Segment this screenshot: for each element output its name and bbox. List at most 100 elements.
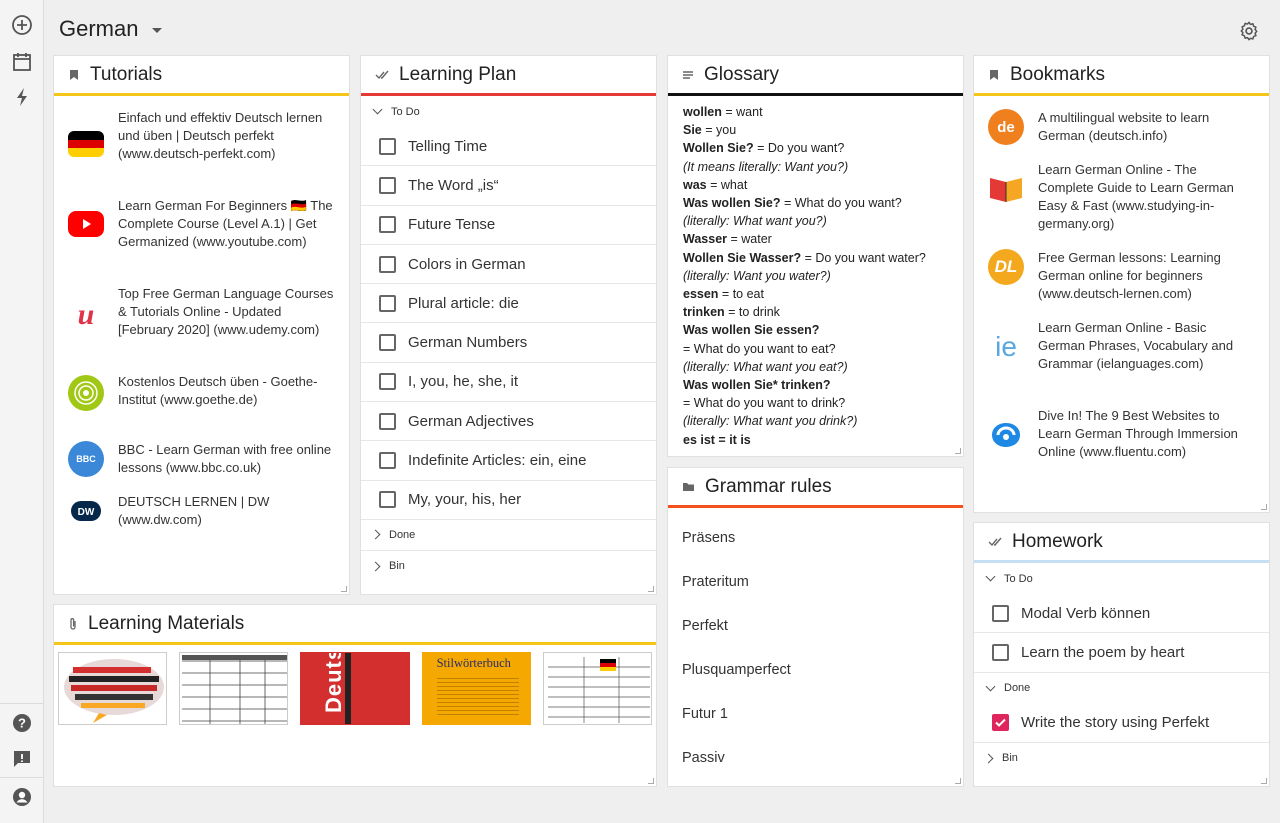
grammar-rule-item[interactable]: Futur 1 [668,692,963,736]
bookmark-link[interactable]: Learn German Online - The Complete Guide… [974,161,1269,249]
resize-handle[interactable] [648,778,654,784]
checkbox[interactable] [379,373,396,391]
material-thumbnail[interactable] [58,652,168,725]
glossary-line: Wasser = water [683,230,948,248]
glossary-definition: = water [727,232,772,247]
chevron-right-icon [370,530,381,540]
tutorial-link[interactable]: Learn German For Beginners 🇩🇪 The Comple… [54,197,349,285]
bin-section-toggle[interactable]: Bin [974,743,1269,774]
grammar-rule-item[interactable]: Prateritum [668,560,963,604]
resize-handle[interactable] [955,448,961,454]
task-item[interactable]: The Word „is“ [361,166,656,206]
bookmark-link[interactable]: DL Free German lessons: Learning German … [974,249,1269,319]
card-title: Learning Materials [88,612,245,634]
tutorial-link[interactable]: DW DEUTSCH LERNEN | DW (www.dw.com) [54,493,349,545]
task-item[interactable]: Telling Time [361,127,656,167]
checkbox[interactable] [379,176,396,194]
task-item[interactable]: Write the story using Perfekt [974,704,1269,743]
grammar-rules-header[interactable]: Grammar rules [668,468,963,508]
task-item[interactable]: Future Tense [361,206,656,245]
card-title: Grammar rules [705,475,832,497]
grammar-rule-item[interactable]: Perfekt [668,604,963,648]
resize-handle[interactable] [341,586,347,592]
link-title: Learn German Online - The Complete Guide… [1038,162,1234,231]
task-item[interactable]: Modal Verb können [974,594,1269,634]
checkbox[interactable] [379,294,396,312]
task-item[interactable]: I, you, he, she, it [361,363,656,403]
tutorial-link[interactable]: Kostenlos Deutsch üben - Goethe-Institut… [54,373,349,441]
done-section-toggle[interactable]: Done [974,673,1269,704]
material-thumbnail[interactable] [179,652,289,725]
task-item[interactable]: Colors in German [361,245,656,285]
glossary-term: Was wollen Sie* trinken? [683,378,831,393]
calendar-button[interactable] [6,46,38,78]
material-thumbnail[interactable]: Deutsch [300,652,410,725]
help-button[interactable]: ? [6,707,38,739]
resize-handle[interactable] [955,778,961,784]
checkbox[interactable] [992,643,1009,661]
link-title: Kostenlos Deutsch üben - Goethe-Institut… [118,374,318,407]
board-title-dropdown[interactable]: German [59,16,163,42]
grammar-rule-item[interactable]: Passiv [668,736,963,780]
checkbox[interactable] [379,412,396,430]
glossary-term: Wollen Sie? [683,141,754,156]
checkbox[interactable] [379,216,396,234]
glossary-header[interactable]: Glossary [668,56,963,96]
material-thumbnail[interactable]: Stilwörterbuch [421,652,531,725]
grammar-rule-item[interactable]: Präsens [668,516,963,560]
tutorials-card: Tutorials Einfach und effektiv Deutsch l… [53,55,350,595]
glossary-line: (It means literally: Want you?) [683,158,948,176]
checkbox[interactable] [379,452,396,470]
task-item[interactable]: German Adjectives [361,402,656,442]
todo-section-toggle[interactable]: To Do [361,96,656,127]
task-item[interactable]: Plural article: die [361,284,656,324]
resize-handle[interactable] [1261,504,1267,510]
learning-materials-header[interactable]: Learning Materials [54,605,656,645]
bookmark-link[interactable]: de A multilingual website to learn Germa… [974,109,1269,161]
tutorial-link[interactable]: u Top Free German Language Courses & Tut… [54,285,349,373]
checkbox[interactable] [992,604,1009,622]
grammar-rule-item[interactable]: Plusquamperfect [668,648,963,692]
checkbox[interactable] [379,255,396,273]
task-item[interactable]: My, your, his, her [361,481,656,520]
double-check-icon [988,537,1002,546]
account-button[interactable] [6,781,38,813]
task-item[interactable]: German Numbers [361,323,656,363]
resize-handle[interactable] [648,586,654,592]
svg-text:?: ? [18,716,26,731]
bookmarks-header[interactable]: Bookmarks [974,56,1269,96]
todo-section-toggle[interactable]: To Do [974,563,1269,594]
bookmark-link[interactable]: ie Learn German Online - Basic German Ph… [974,319,1269,407]
tutorial-link[interactable]: BBC BBC - Learn German with free online … [54,441,349,493]
add-board-button[interactable] [6,9,38,41]
tutorials-header[interactable]: Tutorials [54,56,349,96]
calendar-icon [13,53,31,71]
rail-divider [0,777,44,778]
tutorial-link[interactable]: Einfach und effektiv Deutsch lernen und … [54,109,349,197]
glossary-line: (literally: What want you eat?) [683,358,948,376]
homework-header[interactable]: Homework [974,523,1269,563]
feedback-button[interactable] [6,743,38,775]
resize-handle[interactable] [1261,778,1267,784]
learning-plan-header[interactable]: Learning Plan [361,56,656,96]
glossary-term: es ist = it is [683,432,751,447]
gear-icon[interactable] [1238,20,1260,42]
checkbox[interactable] [379,137,396,155]
udemy-icon: u [77,298,95,331]
glossary-text[interactable]: wollen = want Sie = you Wollen Sie? = Do y… [668,96,963,456]
quick-actions-button[interactable] [6,81,38,113]
task-item[interactable]: Indefinite Articles: ein, eine [361,441,656,481]
bin-section-toggle[interactable]: Bin [361,551,656,582]
task-item[interactable]: Learn the poem by heart [974,633,1269,673]
checkbox[interactable] [379,334,396,352]
material-thumbnail[interactable] [542,652,653,725]
checkbox-checked[interactable] [992,714,1009,732]
link-title: BBC - Learn German with free online less… [118,442,332,475]
checkbox[interactable] [379,491,396,509]
glossary-literal: (literally: What want you eat?) [683,359,848,374]
card-title: Learning Plan [399,63,517,85]
bookmark-link[interactable]: Dive In! The 9 Best Websites to Learn Ge… [974,407,1269,477]
glossary-line: (literally: What want you?) [683,212,948,230]
done-section-toggle[interactable]: Done [361,520,656,551]
ielanguages-icon: ie [995,331,1017,362]
